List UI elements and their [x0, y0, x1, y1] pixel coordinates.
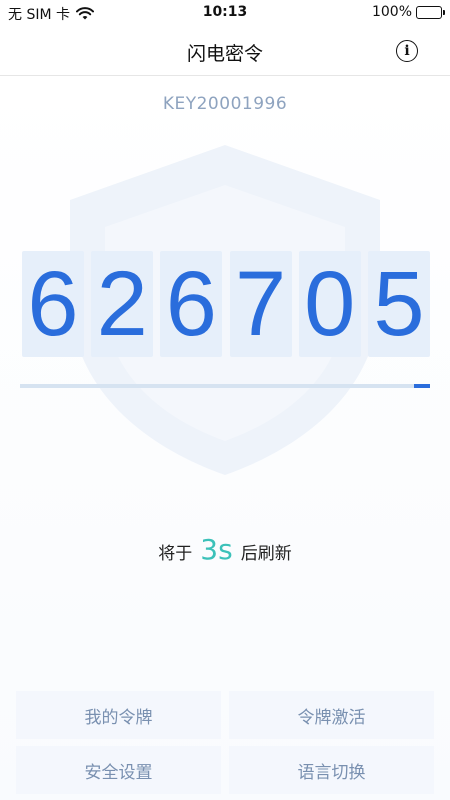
otp-code: 6 2 6 7 0 5 [22, 251, 430, 357]
token-key-id: KEY20001996 [162, 94, 288, 114]
activate-token-button[interactable]: 令牌激活 [229, 691, 434, 739]
refresh-progress-bar [20, 384, 430, 388]
page-title: 闪电密令 [186, 43, 263, 65]
refresh-prefix: 将于 [158, 544, 193, 564]
battery-icon: ⚡ [416, 5, 445, 19]
refresh-suffix: 后刷新 [240, 544, 292, 564]
token-content: KEY20001996 6 2 6 7 0 5 将于 3s 后刷新 我的令牌 令… [0, 77, 450, 800]
info-icon[interactable]: i [396, 40, 418, 62]
status-bar: 无 SIM 卡 10:13 100% ⚡ [0, 0, 450, 26]
refresh-countdown: 将于 3s 后刷新 [0, 533, 450, 566]
nav-bar: 闪电密令 i [0, 26, 450, 76]
battery-percent: 100% [371, 4, 412, 20]
otp-digit: 7 [229, 251, 292, 357]
security-settings-button[interactable]: 安全设置 [16, 746, 221, 794]
battery-indicator: 100% ⚡ [371, 4, 445, 20]
refresh-seconds: 3s [200, 533, 233, 566]
charging-bolt-icon: ⚡ [424, 6, 431, 17]
otp-digit: 0 [298, 251, 361, 357]
otp-digit: 6 [160, 251, 223, 357]
otp-digit: 2 [91, 251, 154, 357]
language-switch-button[interactable]: 语言切换 [229, 746, 434, 794]
my-tokens-button[interactable]: 我的令牌 [16, 691, 221, 739]
otp-digit: 6 [22, 251, 84, 357]
refresh-progress-fill [413, 384, 430, 388]
otp-digit: 5 [367, 251, 430, 357]
